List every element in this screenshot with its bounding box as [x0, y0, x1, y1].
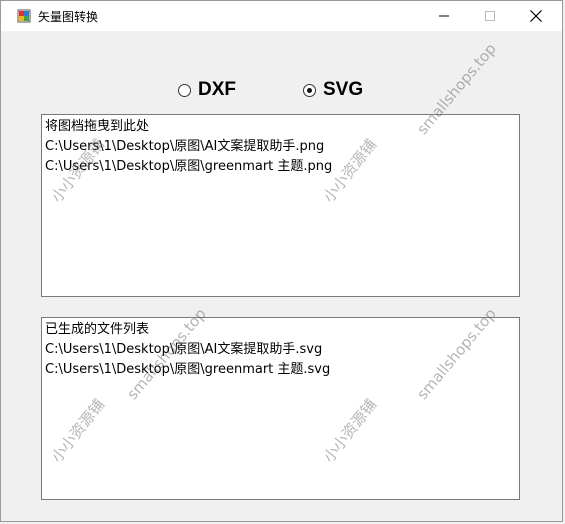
list-item[interactable]: C:\Users\1\Desktop\原图\greenmart 主题.svg — [45, 360, 516, 380]
app-icon — [17, 9, 31, 23]
output-file-list[interactable]: 已生成的文件列表 C:\Users\1\Desktop\原图\AI文案提取助手.… — [41, 317, 520, 500]
window-title: 矢量图转换 — [38, 10, 99, 24]
list-item[interactable]: C:\Users\1\Desktop\原图\AI文案提取助手.png — [45, 137, 516, 157]
list-item[interactable]: C:\Users\1\Desktop\原图\AI文案提取助手.svg — [45, 340, 516, 360]
output-list-header: 已生成的文件列表 — [45, 322, 150, 337]
maximize-button[interactable] — [467, 1, 513, 31]
radio-dxf[interactable]: DXF — [178, 79, 236, 101]
list-item[interactable]: C:\Users\1\Desktop\原图\greenmart 主题.png — [45, 157, 516, 177]
input-list-header: 将图档拖曳到此处 — [45, 119, 150, 134]
minimize-button[interactable] — [421, 1, 467, 31]
close-button[interactable] — [513, 1, 559, 31]
app-window: 矢量图转换 DXF SVG 将图档拖曳到此处 C:\Users\1\Deskto… — [0, 0, 563, 522]
close-icon — [530, 10, 542, 22]
radio-svg[interactable]: SVG — [303, 79, 363, 101]
title-bar[interactable]: 矢量图转换 — [1, 1, 562, 31]
radio-label-svg: SVG — [323, 79, 364, 100]
radio-label-dxf: DXF — [198, 79, 236, 100]
minimize-icon — [439, 15, 449, 17]
radio-button-svg[interactable] — [303, 83, 316, 97]
maximize-icon — [485, 11, 495, 21]
input-drop-list[interactable]: 将图档拖曳到此处 C:\Users\1\Desktop\原图\AI文案提取助手.… — [41, 114, 520, 297]
radio-button-dxf[interactable] — [178, 83, 191, 97]
